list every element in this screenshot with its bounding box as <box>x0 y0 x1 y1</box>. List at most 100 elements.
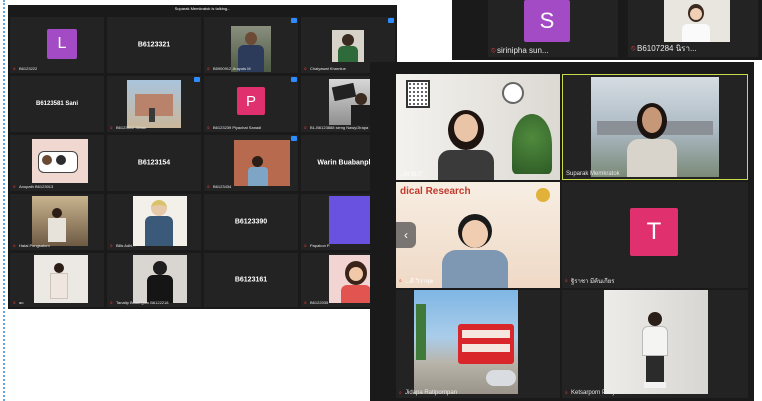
participant-name: Bills Adhi... <box>116 243 136 248</box>
video-tile[interactable]: ⦸ B6123512 Sirilak <box>107 76 201 132</box>
mic-muted-icon: ⦸ <box>110 242 113 248</box>
mic-muted-icon: ⦸ <box>13 242 16 248</box>
participant-name: B6123434 <box>213 184 232 189</box>
video-tile[interactable]: L ⦸ B6123222 <box>10 17 104 73</box>
video-tile[interactable]: ⦸ B6123434 <box>204 135 298 191</box>
mic-muted-icon: ⦸ <box>110 299 113 305</box>
video-tile[interactable]: B6123154 <box>107 135 201 191</box>
video-feed <box>332 30 364 62</box>
video-tile[interactable]: ⦸ ao <box>10 253 104 307</box>
video-tile[interactable]: ⦸ B5900912 Jirayuts M <box>204 17 298 73</box>
video-feed <box>133 255 187 303</box>
mic-muted-icon: ⦸ <box>304 299 307 305</box>
participant-name: B6123239 Piyachat Sanadi <box>213 125 262 130</box>
video-feed <box>32 139 88 183</box>
talking-banner: Suparak Memkratok is talking... <box>174 6 231 11</box>
video-tile[interactable]: ⦸ Hatai Pongsatorn <box>10 194 104 250</box>
mic-muted-icon: ⦸ <box>304 124 307 130</box>
mic-muted-icon: ⦸ <box>565 278 568 283</box>
zoom-gallery-window-1: Suparak Memkratok is talking... L ⦸ B6123… <box>8 5 397 309</box>
zoom-gallery-window-2: S ⦸ sirinipha sun... ⦸ B6107284 นิรา... <box>452 0 762 60</box>
avatar-letter: T <box>630 208 678 256</box>
participant-name: B6122035 <box>310 300 329 305</box>
participant-name: B6123512 Sirilak <box>116 125 147 130</box>
participant-name: Tanatip Buakngam B6122218 <box>116 300 169 305</box>
video-tile[interactable]: B6123390 <box>204 194 298 250</box>
mic-muted-icon: ⦸ <box>207 183 210 189</box>
video-feed <box>32 196 88 246</box>
mic-muted-icon: ⦸ <box>110 124 113 130</box>
mic-muted-icon: ⦸ <box>491 46 496 54</box>
badge <box>388 18 394 23</box>
participant-name: B6123154 <box>137 159 171 167</box>
screenshot-collage: Suparak Memkratok is talking... L ⦸ B6123… <box>0 0 762 401</box>
badge <box>291 136 297 141</box>
video-feed <box>591 77 719 177</box>
avatar-letter: L <box>47 29 77 59</box>
video-tile[interactable]: P ⦸ B6123239 Piyachat Sanadi <box>204 76 298 132</box>
video-feed <box>133 196 187 246</box>
participant-name: B6123390 <box>234 218 268 226</box>
dotted-guide-line <box>3 0 7 401</box>
badge <box>291 77 297 82</box>
participant-name: ao <box>19 300 24 305</box>
participant-name: Ketsarporn Phoja <box>571 390 618 396</box>
video-feed <box>396 74 560 180</box>
mic-muted-icon: ⦸ <box>207 65 210 71</box>
video-feed <box>414 290 518 394</box>
participant-name: Anupath B6123013 <box>19 184 54 189</box>
previous-page-arrow-icon[interactable]: ‹ <box>396 222 416 248</box>
video-tile[interactable]: ⦸ B6107284 นิรา... <box>628 0 758 57</box>
badge <box>291 18 297 23</box>
video-tile[interactable]: B6123321 <box>107 17 201 73</box>
video-tile[interactable]: ⦸ Ketsarporn Phoja <box>562 290 748 398</box>
avatar-letter: P <box>237 87 265 115</box>
participant-name: sirinipha sun... <box>497 46 549 55</box>
mic-muted-icon: ⦸ <box>399 390 402 395</box>
badge <box>194 77 200 82</box>
mic-muted-icon: ⦸ <box>399 278 402 283</box>
video-tile[interactable]: ⦸ Jidapa Ratipornpan <box>396 290 560 398</box>
video-tile[interactable]: B6123581 Sani <box>10 76 104 132</box>
participant-name: B6107284 นิรา... <box>637 44 697 53</box>
participant-name: ...M SUT <box>399 172 423 178</box>
video-feed <box>604 290 708 394</box>
participant-name: ฐิราชา มีค้นเกียร <box>571 279 615 285</box>
banner-text: dical Research <box>400 186 471 197</box>
video-tile[interactable]: ⦸ Bills Adhi... <box>107 194 201 250</box>
video-tile[interactable]: B6123161 <box>204 253 298 307</box>
video-feed <box>664 0 730 42</box>
mic-muted-icon: ⦸ <box>631 44 636 52</box>
video-tile[interactable]: ⦸ Tanatip Buakngam B6122218 <box>107 253 201 307</box>
mic-muted-icon: ⦸ <box>13 183 16 189</box>
participant-name: B1-B6123888 sieng Nawy/Jirapa <box>310 125 369 130</box>
video-tile[interactable]: T ⦸ ฐิราชา มีค้นเกียร <box>562 182 748 288</box>
participant-name: Chaiyawat Kharnlue <box>310 66 346 71</box>
video-tile[interactable]: S ⦸ sirinipha sun... <box>488 0 618 57</box>
participant-name: B6123161 <box>234 276 268 284</box>
participant-name: B6123321 <box>137 41 171 49</box>
avatar-letter: S <box>524 0 570 42</box>
participant-name: B5900912 Jirayuts M <box>213 66 251 71</box>
mic-muted-icon: ⦸ <box>304 242 307 248</box>
participant-name: Jidapa Ratipornpan <box>405 390 458 396</box>
video-tile[interactable]: dical Research ‹ ⦸ ...ดี วิวาหุด <box>396 182 560 288</box>
participant-name: Papakon P. <box>310 243 331 248</box>
participant-name: B6123222 <box>19 66 38 71</box>
mic-muted-icon: ⦸ <box>565 390 568 395</box>
zoom-gallery-window-3: ...M SUT Suparak Memkratok dical Researc… <box>370 62 754 401</box>
mic-muted-icon: ⦸ <box>13 65 16 71</box>
mic-muted-icon: ⦸ <box>207 124 210 130</box>
participant-name: Hatai Pongsatorn <box>19 243 50 248</box>
video-tile-active-speaker[interactable]: Suparak Memkratok <box>562 74 748 180</box>
participant-name: Suparak Memkratok <box>566 171 620 177</box>
video-feed: dical Research <box>396 182 560 288</box>
video-feed <box>34 255 88 303</box>
video-feed <box>234 140 290 186</box>
video-feed <box>127 80 181 128</box>
video-tile[interactable]: ...M SUT <box>396 74 560 180</box>
mic-muted-icon: ⦸ <box>304 65 307 71</box>
video-tile[interactable]: ⦸ Anupath B6123013 <box>10 135 104 191</box>
participant-name: B6123581 Sani <box>35 101 79 107</box>
mic-muted-icon: ⦸ <box>13 299 16 305</box>
